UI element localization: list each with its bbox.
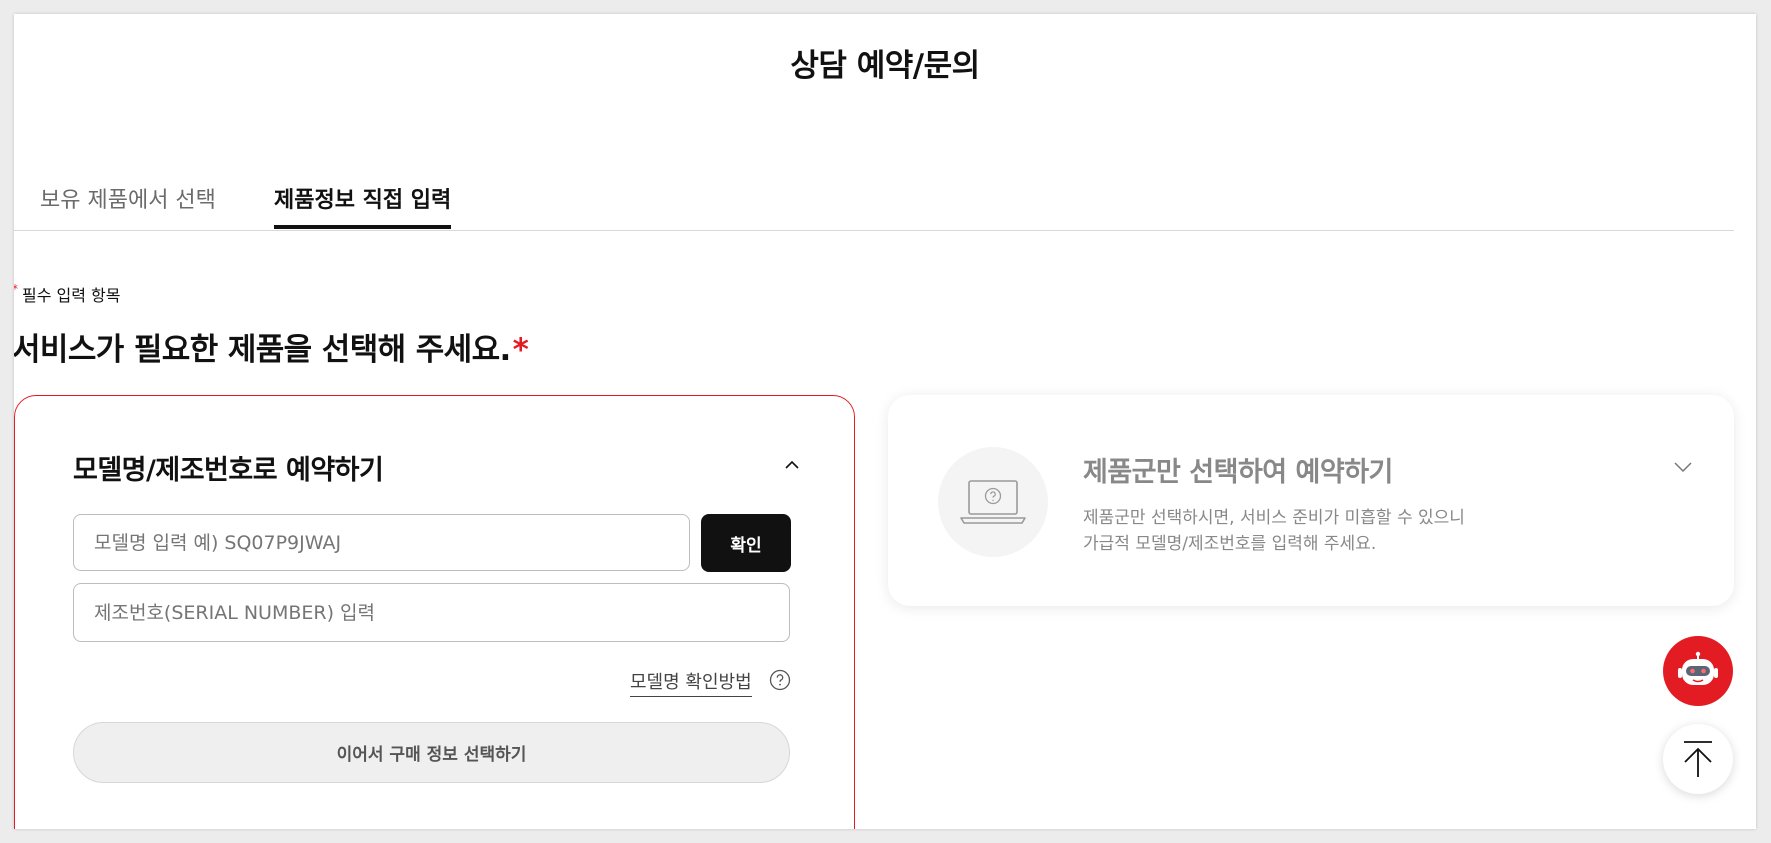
serial-number-input[interactable] — [73, 583, 790, 642]
section-title: 서비스가 필요한 제품을 선택해 주세요.* — [14, 324, 529, 369]
question-circle-icon[interactable] — [769, 669, 791, 691]
continue-purchase-info-button[interactable]: 이어서 구매 정보 선택하기 — [73, 722, 790, 783]
chatbot-button[interactable] — [1663, 636, 1733, 706]
laptop-icon-circle — [938, 447, 1048, 557]
scroll-to-top-button[interactable] — [1663, 724, 1733, 794]
tab-bar: 보유 제품에서 선택 제품정보 직접 입력 — [14, 168, 1734, 231]
category-desc-line-2: 가급적 모델명/제조번호를 입력해 주세요. — [1083, 534, 1377, 554]
confirm-button[interactable]: 확인 — [701, 514, 791, 572]
model-serial-card-title[interactable]: 모델명/제조번호로 예약하기 — [73, 448, 384, 487]
chevron-up-icon[interactable] — [785, 458, 799, 472]
required-note-text: 필수 입력 항목 — [22, 286, 121, 305]
arrow-up-icon — [1684, 741, 1712, 777]
category-only-card[interactable]: 제품군만 선택하여 예약하기 제품군만 선택하시면, 서비스 준비가 미흡할 수… — [888, 395, 1734, 606]
category-card-description: 제품군만 선택하시면, 서비스 준비가 미흡할 수 있으니 가급적 모델명/제조… — [1083, 505, 1465, 557]
page-title: 상담 예약/문의 — [790, 48, 980, 84]
chevron-down-icon[interactable] — [1674, 461, 1692, 473]
tab-direct-input[interactable]: 제품정보 직접 입력 — [274, 182, 452, 229]
model-name-input[interactable] — [73, 514, 690, 571]
model-howto-link[interactable]: 모델명 확인방법 — [630, 668, 752, 697]
category-card-title: 제품군만 선택하여 예약하기 — [1083, 457, 1393, 488]
section-required-star: * — [512, 332, 529, 368]
tab-owned-products[interactable]: 보유 제품에서 선택 — [40, 182, 216, 214]
robot-icon — [1678, 651, 1718, 685]
laptop-question-icon — [960, 480, 1026, 524]
model-serial-card: 모델명/제조번호로 예약하기 확인 모델명 확인방법 이어서 구매 정보 선택하… — [14, 395, 855, 829]
required-star: * — [14, 282, 18, 296]
reservation-page: 상담 예약/문의 보유 제품에서 선택 제품정보 직접 입력 * 필수 입력 항목… — [14, 14, 1756, 829]
section-title-text: 서비스가 필요한 제품을 선택해 주세요. — [14, 332, 511, 368]
category-desc-line-1: 제품군만 선택하시면, 서비스 준비가 미흡할 수 있으니 — [1083, 508, 1465, 528]
required-note: * 필수 입력 항목 — [14, 282, 121, 306]
